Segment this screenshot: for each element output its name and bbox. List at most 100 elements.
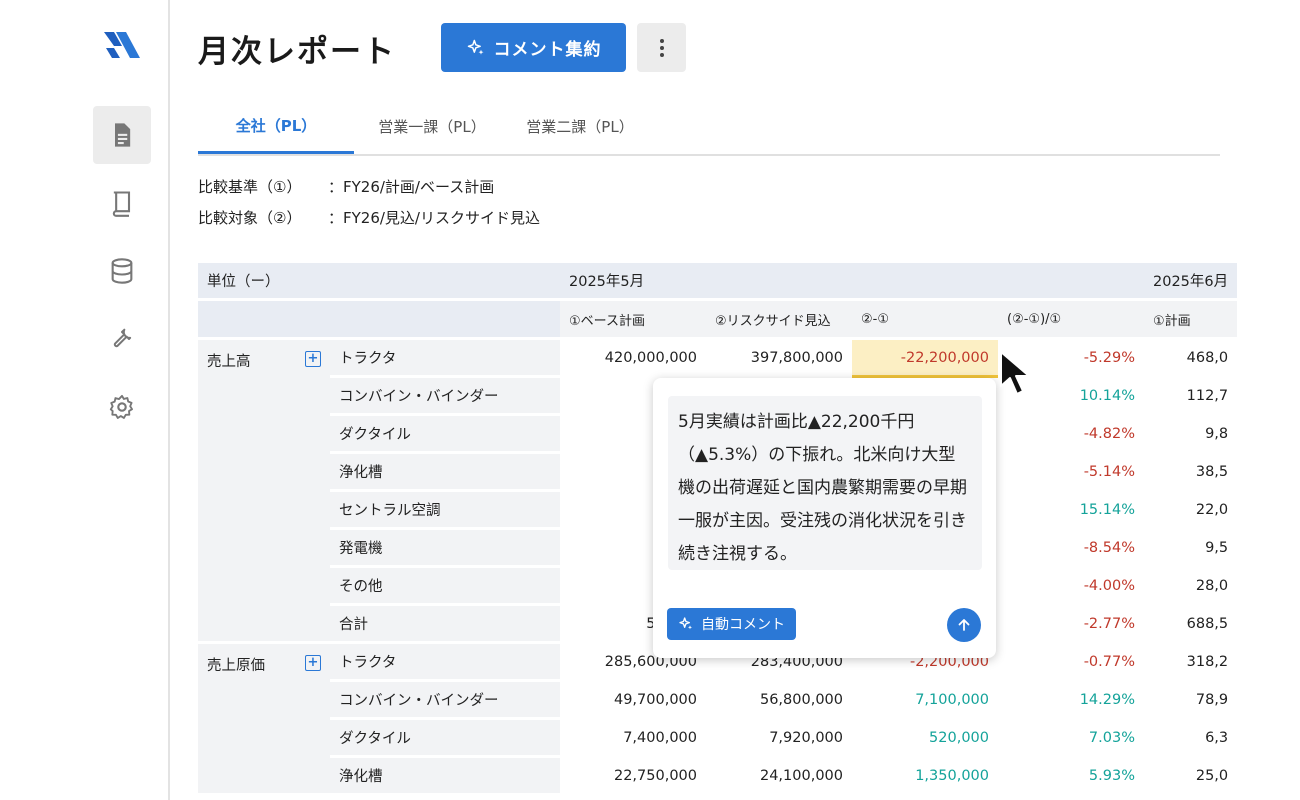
column-header: ①計画 bbox=[1144, 301, 1238, 340]
wrench-icon bbox=[113, 328, 132, 348]
gear-icon bbox=[109, 394, 133, 419]
ratio-cell: -4.82% bbox=[998, 416, 1144, 454]
comment-summary-label: コメント集約 bbox=[493, 40, 602, 60]
diff-cell-selected[interactable]: -22,200,000 bbox=[852, 340, 998, 378]
item-label: コンバイン・バインダー bbox=[330, 682, 560, 720]
document-icon bbox=[115, 123, 131, 147]
next-plan-cell: 468,0 bbox=[1144, 340, 1238, 378]
item-label: 合計 bbox=[330, 606, 560, 644]
item-label: 発電機 bbox=[330, 530, 560, 568]
page-title: 月次レポート bbox=[198, 34, 396, 70]
tab-sales-2[interactable]: 営業二課（PL） bbox=[510, 100, 650, 152]
next-plan-cell: 22,0 bbox=[1144, 492, 1238, 530]
table-row: 売上高 + トラクタ 420,000,000 397,800,000 -22,2… bbox=[198, 340, 1238, 644]
table-row: 浄化槽 22,750,000 24,100,000 1,350,000 5.93… bbox=[198, 758, 1238, 796]
item-label: 浄化槽 bbox=[330, 454, 560, 492]
send-button[interactable] bbox=[947, 608, 981, 642]
tab-company[interactable]: 全社（PL） bbox=[198, 100, 354, 154]
expand-button[interactable]: + bbox=[305, 655, 321, 671]
nav-database[interactable] bbox=[93, 242, 151, 300]
comment-text[interactable]: 5月実績は計画比▲22,200千円（▲5.3%）の下振れ。北米向け大型機の出荷遅… bbox=[668, 396, 982, 570]
item-label: 浄化槽 bbox=[330, 758, 560, 796]
ratio-cell: -2.77% bbox=[998, 606, 1144, 644]
ratio-cell: 5.93% bbox=[998, 758, 1144, 796]
vertical-dots-icon bbox=[659, 38, 664, 57]
comparison-base-label: 比較基準（①） bbox=[198, 178, 302, 196]
ratio-cell: -4.00% bbox=[998, 568, 1144, 606]
risk-cell: 56,800,000 bbox=[706, 682, 852, 720]
section-label: 売上原価 bbox=[198, 644, 296, 796]
nav-book[interactable] bbox=[93, 174, 151, 232]
auto-comment-popup: 5月実績は計画比▲22,200千円（▲5.3%）の下振れ。北米向け大型機の出荷遅… bbox=[653, 378, 996, 658]
tab-label: 営業一課（PL） bbox=[378, 117, 486, 136]
risk-cell: 7,920,000 bbox=[706, 720, 852, 758]
plan-cell: 49,700,000 bbox=[560, 682, 706, 720]
nav-settings[interactable] bbox=[93, 378, 151, 436]
plan-cell: 22,750,000 bbox=[560, 758, 706, 796]
item-label: トラクタ bbox=[330, 340, 560, 378]
item-label: トラクタ bbox=[330, 644, 560, 682]
more-options-button[interactable] bbox=[637, 23, 686, 72]
next-plan-cell: 318,2 bbox=[1144, 644, 1238, 682]
comparison-target: 比較対象（②） ：FY26/見込/リスクサイド見込 bbox=[198, 207, 540, 228]
arrow-up-icon bbox=[958, 619, 970, 631]
item-label: ダクタイル bbox=[330, 416, 560, 454]
column-header: (②-①)/① bbox=[998, 301, 1144, 340]
book-icon bbox=[112, 191, 131, 217]
period-header: 2025年6月 bbox=[1144, 263, 1238, 301]
sparkle-icon bbox=[679, 617, 692, 630]
nav-reports[interactable] bbox=[93, 106, 151, 164]
next-plan-cell: 688,5 bbox=[1144, 606, 1238, 644]
comparison-target-label: 比較対象（②） bbox=[198, 209, 302, 227]
comparison-target-value: ：FY26/見込/リスクサイド見込 bbox=[328, 209, 540, 227]
expand-cell: + bbox=[296, 644, 330, 796]
auto-comment-button[interactable]: 自動コメント bbox=[667, 608, 796, 640]
comparison-base: 比較基準（①） ：FY26/計画/ベース計画 bbox=[198, 176, 494, 197]
tab-label: 営業二課（PL） bbox=[526, 117, 634, 136]
tab-bar: 全社（PL） 営業一課（PL） 営業二課（PL） bbox=[198, 100, 1220, 156]
next-plan-cell: 9,8 bbox=[1144, 416, 1238, 454]
tab-sales-1[interactable]: 営業一課（PL） bbox=[354, 100, 510, 152]
ratio-cell: -0.77% bbox=[998, 644, 1144, 682]
expand-button[interactable]: + bbox=[305, 351, 321, 367]
comment-summary-button[interactable]: コメント集約 bbox=[441, 23, 626, 72]
header-row-period: 単位（ー） 2025年5月 2025年6月 bbox=[198, 263, 1238, 301]
period-header: 2025年5月 bbox=[560, 263, 1144, 301]
mouse-cursor-icon bbox=[1000, 351, 1030, 395]
ratio-cell: -5.14% bbox=[998, 454, 1144, 492]
item-label: その他 bbox=[330, 568, 560, 606]
risk-cell: 24,100,000 bbox=[706, 758, 852, 796]
next-plan-cell: 6,3 bbox=[1144, 720, 1238, 758]
ratio-cell: 14.29% bbox=[998, 682, 1144, 720]
header-spacer bbox=[198, 301, 560, 340]
column-header: ②-① bbox=[852, 301, 998, 340]
item-label: ダクタイル bbox=[330, 720, 560, 758]
database-icon bbox=[111, 258, 133, 284]
diff-cell: 520,000 bbox=[852, 720, 998, 758]
table-row: コンバイン・バインダー 49,700,000 56,800,000 7,100,… bbox=[198, 682, 1238, 720]
column-header: ②リスクサイド見込 bbox=[706, 301, 852, 340]
section-label: 売上高 bbox=[198, 340, 296, 644]
comparison-base-value: ：FY26/計画/ベース計画 bbox=[328, 178, 495, 196]
plan-cell: 420,000,000 bbox=[560, 340, 706, 378]
ratio-cell: 7.03% bbox=[998, 720, 1144, 758]
next-plan-cell: 25,0 bbox=[1144, 758, 1238, 796]
auto-comment-label: 自動コメント bbox=[701, 617, 785, 633]
next-plan-cell: 28,0 bbox=[1144, 568, 1238, 606]
next-plan-cell: 112,7 bbox=[1144, 378, 1238, 416]
next-plan-cell: 9,5 bbox=[1144, 530, 1238, 568]
nav-tools[interactable] bbox=[93, 310, 151, 368]
next-plan-cell: 78,9 bbox=[1144, 682, 1238, 720]
sidebar bbox=[0, 0, 170, 800]
diff-cell: 1,350,000 bbox=[852, 758, 998, 796]
plan-cell: 7,400,000 bbox=[560, 720, 706, 758]
sparkle-icon bbox=[467, 39, 483, 55]
next-plan-cell: 38,5 bbox=[1144, 454, 1238, 492]
tab-label: 全社（PL） bbox=[235, 117, 317, 135]
table-row: ダクタイル 7,400,000 7,920,000 520,000 7.03% … bbox=[198, 720, 1238, 758]
ratio-cell: 15.14% bbox=[998, 492, 1144, 530]
risk-cell: 397,800,000 bbox=[706, 340, 852, 378]
unit-label: 単位（ー） bbox=[198, 263, 560, 301]
item-label: コンバイン・バインダー bbox=[330, 378, 560, 416]
diff-cell: 7,100,000 bbox=[852, 682, 998, 720]
